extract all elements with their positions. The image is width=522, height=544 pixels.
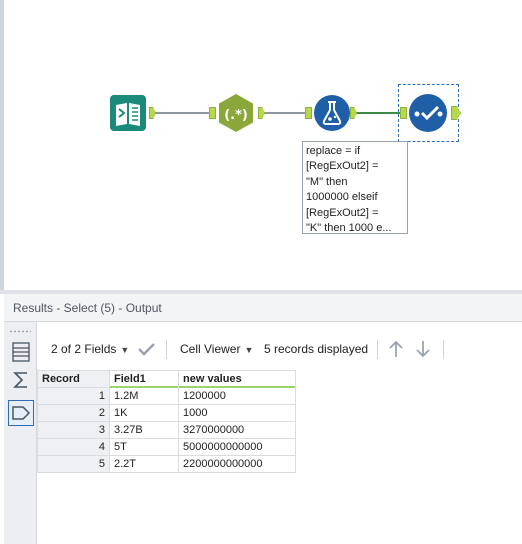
regex-icon: (.*) <box>219 94 253 132</box>
book-icon <box>110 95 146 131</box>
input-anchor[interactable] <box>305 107 312 119</box>
tag-icon <box>12 406 31 420</box>
table-row[interactable]: 3 3.27B 3270000000 <box>37 421 296 439</box>
flask-icon <box>314 95 350 131</box>
table-cell[interactable]: 1K <box>109 404 179 422</box>
formula-tool[interactable] <box>313 94 351 132</box>
cell-viewer-dropdown[interactable]: Cell Viewer ▼ <box>180 333 253 365</box>
column-header[interactable]: Field1 <box>109 370 179 388</box>
drag-grip[interactable] <box>9 330 31 333</box>
column-header[interactable]: Record <box>37 370 110 388</box>
toolbar-separator <box>443 340 444 359</box>
output-anchor[interactable] <box>350 107 357 119</box>
arrow-up-icon <box>389 340 403 357</box>
header-underline <box>110 386 178 388</box>
table-view-button[interactable] <box>8 339 34 365</box>
records-count: 5 records displayed <box>264 342 369 356</box>
fields-label: 2 of 2 Fields <box>51 342 117 356</box>
select-tool[interactable] <box>408 93 448 133</box>
table-row[interactable]: 4 5T 5000000000000 <box>37 438 296 456</box>
input-anchor[interactable] <box>209 107 216 119</box>
header-underline <box>179 386 295 388</box>
results-grid: Record Field1 new values 1 1.2M 1200000 … <box>37 370 522 544</box>
record-number: 5 <box>37 455 110 473</box>
formula-annotation[interactable]: replace = if [RegExOut2] = "M" then 1000… <box>302 141 408 234</box>
connection-line <box>154 112 214 114</box>
table-header-row: Record Field1 new values <box>37 370 296 388</box>
toolbar-separator <box>166 340 167 359</box>
sum-icon <box>13 372 27 388</box>
summary-view-button[interactable] <box>8 367 34 393</box>
results-table: Record Field1 new values 1 1.2M 1200000 … <box>37 370 296 473</box>
column-header-label: new values <box>183 373 242 385</box>
table-cell[interactable]: 5T <box>109 438 179 456</box>
table-cell[interactable]: 2200000000000 <box>178 455 296 473</box>
table-cell[interactable]: 3270000000 <box>178 421 296 439</box>
table-row[interactable]: 2 1K 1000 <box>37 404 296 422</box>
output-anchor[interactable] <box>149 107 156 119</box>
connection-line <box>350 112 402 114</box>
connection-line <box>264 112 308 114</box>
table-cell[interactable]: 1200000 <box>178 387 296 405</box>
table-cell[interactable]: 2.2T <box>109 455 179 473</box>
regex-tool[interactable]: (.*) <box>216 93 256 133</box>
results-title: Results - Select (5) - Output <box>4 294 522 322</box>
arrow-down-icon <box>416 341 430 358</box>
workflow-canvas[interactable]: (.*) replace = if [RegExOut2] = "M" then… <box>0 0 522 290</box>
record-number: 1 <box>37 387 110 405</box>
results-toolbar: 2 of 2 Fields ▼ Cell Viewer ▼ 5 records di… <box>37 333 522 365</box>
scroll-up-button[interactable] <box>387 333 405 365</box>
record-number: 3 <box>37 421 110 439</box>
table-cell[interactable]: 5000000000000 <box>178 438 296 456</box>
table-row[interactable]: 1 1.2M 1200000 <box>37 387 296 405</box>
toolbar-separator <box>377 340 378 359</box>
checkmark-flow-icon <box>409 94 447 132</box>
chevron-down-icon: ▼ <box>120 345 130 355</box>
column-header-label: Field1 <box>114 373 146 385</box>
output-anchor[interactable] <box>258 107 265 119</box>
record-number: 4 <box>37 438 110 456</box>
table-cell[interactable]: 1000 <box>178 404 296 422</box>
fields-dropdown[interactable]: 2 of 2 Fields ▼ <box>51 333 129 365</box>
metadata-view-button[interactable] <box>8 400 34 426</box>
svg-text:(.*): (.*) <box>224 108 248 123</box>
cell-viewer-label: Cell Viewer <box>180 342 241 356</box>
checkmark-icon <box>138 343 155 356</box>
chevron-down-icon: ▼ <box>244 345 254 355</box>
column-header[interactable]: new values <box>178 370 296 388</box>
table-icon <box>12 342 30 362</box>
input-data-tool[interactable] <box>109 94 147 132</box>
table-row[interactable]: 5 2.2T 2200000000000 <box>37 455 296 473</box>
apply-button[interactable] <box>137 333 155 365</box>
table-cell[interactable]: 3.27B <box>109 421 179 439</box>
input-anchor[interactable] <box>400 107 407 119</box>
table-cell[interactable]: 1.2M <box>109 387 179 405</box>
scroll-down-button[interactable] <box>414 333 432 365</box>
output-anchor[interactable] <box>451 106 461 120</box>
record-number: 2 <box>37 404 110 422</box>
